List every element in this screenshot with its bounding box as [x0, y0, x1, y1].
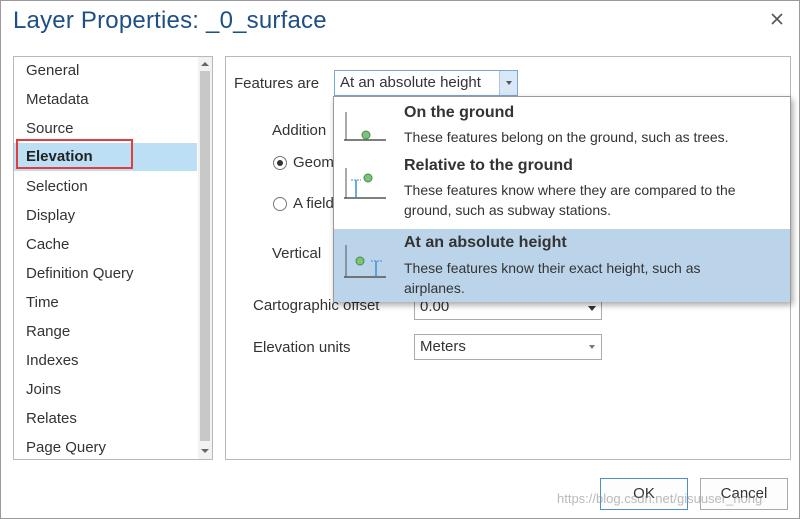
option-absolute-height[interactable]: At an absolute height These features kno…	[334, 229, 790, 302]
option-title: Relative to the ground	[404, 157, 573, 174]
option-relative-to-ground[interactable]: Relative to the ground These features kn…	[334, 152, 790, 229]
close-icon[interactable]	[769, 11, 785, 27]
option-description: These features know their exact height, …	[404, 260, 701, 276]
nav-item-cache[interactable]: Cache	[14, 231, 197, 259]
nav-item-joins[interactable]: Joins	[14, 376, 197, 404]
scroll-down-icon[interactable]	[200, 446, 210, 456]
nav-item-time[interactable]: Time	[14, 289, 197, 317]
chevron-down-icon[interactable]	[583, 335, 601, 359]
scrollbar-thumb[interactable]	[200, 71, 210, 441]
option-on-the-ground[interactable]: On the ground These features belong on t…	[334, 97, 790, 152]
cancel-button[interactable]: Cancel	[700, 478, 788, 510]
features-are-dropdown: On the ground These features belong on t…	[333, 96, 791, 302]
nav-item-metadata[interactable]: Metadata	[14, 86, 197, 114]
nav-item-general[interactable]: General	[14, 57, 197, 85]
radio-field-label: A field	[293, 195, 334, 212]
chevron-down-icon[interactable]	[499, 71, 517, 95]
option-title: At an absolute height	[404, 234, 567, 251]
option-description: These features know where they are compa…	[404, 182, 736, 198]
elevation-units-label: Elevation units	[253, 339, 351, 356]
nav-item-page-query[interactable]: Page Query	[14, 434, 197, 459]
nav-item-relates[interactable]: Relates	[14, 405, 197, 433]
property-page-list: General Metadata Source Elevation Select…	[13, 56, 213, 460]
additional-label: Addition	[272, 122, 327, 139]
dialog-window: Layer Properties: _0_surface General Met…	[0, 0, 800, 519]
radio-field[interactable]	[273, 197, 287, 211]
relative-placement-icon	[344, 168, 386, 199]
vertical-label: Vertical	[272, 245, 322, 262]
nav-item-definition-query[interactable]: Definition Query	[14, 260, 197, 288]
features-are-value: At an absolute height	[340, 74, 481, 91]
radio-geometry[interactable]	[273, 156, 287, 170]
nav-item-range[interactable]: Range	[14, 318, 197, 346]
nav-item-selection[interactable]: Selection	[14, 173, 197, 201]
scroll-up-icon[interactable]	[200, 59, 210, 69]
nav-item-display[interactable]: Display	[14, 202, 197, 230]
nav-item-source[interactable]: Source	[14, 115, 197, 143]
option-description-line2: airplanes.	[404, 280, 465, 296]
option-description: These features belong on the ground, suc…	[404, 129, 729, 145]
option-description-line2: ground, such as subway stations.	[404, 202, 612, 218]
nav-scrollbar[interactable]	[198, 57, 212, 459]
dialog-title: Layer Properties: _0_surface	[13, 7, 327, 34]
nav-item-indexes[interactable]: Indexes	[14, 347, 197, 375]
ground-placement-icon	[344, 112, 386, 141]
option-title: On the ground	[404, 104, 515, 121]
absolute-placement-icon	[344, 245, 386, 278]
elevation-units-combobox[interactable]: Meters	[414, 334, 602, 360]
ok-button[interactable]: OK	[600, 478, 688, 510]
elevation-units-value: Meters	[420, 338, 466, 355]
radio-geometry-label: Geom	[293, 154, 334, 171]
features-are-combobox[interactable]: At an absolute height	[334, 70, 518, 96]
nav-item-elevation[interactable]: Elevation	[14, 143, 197, 171]
features-are-label: Features are	[234, 75, 320, 92]
